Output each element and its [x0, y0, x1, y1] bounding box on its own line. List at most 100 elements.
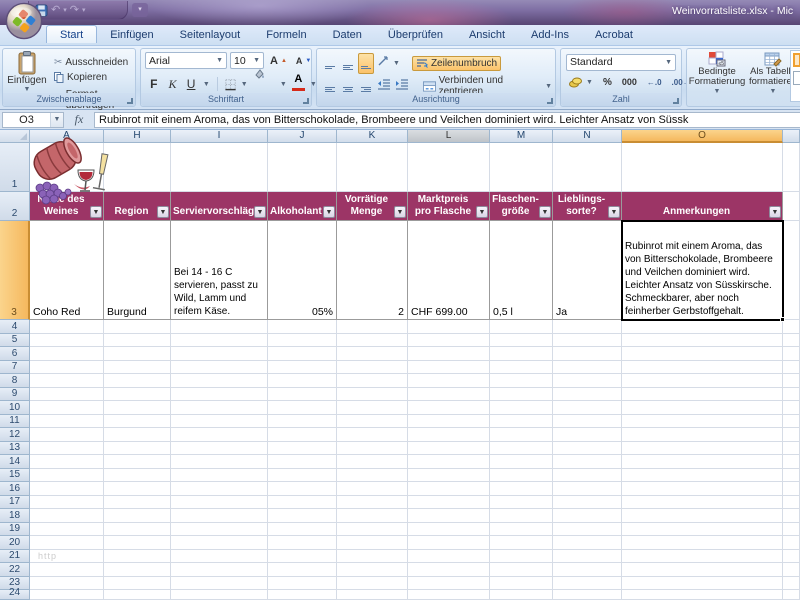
cell-O4[interactable]: [622, 320, 783, 334]
borders-icon[interactable]: [225, 78, 236, 91]
clipboard-dialog-launcher-icon[interactable]: [127, 98, 133, 104]
cell-N2[interactable]: Lieblings-sorte?▼: [553, 192, 622, 221]
cell-K5[interactable]: [337, 334, 408, 348]
cell-I3[interactable]: Bei 14 - 16 C servieren, passt zu Wild, …: [171, 221, 268, 320]
cell-O24[interactable]: [622, 590, 783, 600]
cell-O7[interactable]: [622, 361, 783, 375]
cell-H24[interactable]: [104, 590, 171, 600]
cell-O10[interactable]: [622, 401, 783, 415]
cell-partial-2[interactable]: [783, 192, 800, 221]
cell-I5[interactable]: [171, 334, 268, 348]
cell-K8[interactable]: [337, 374, 408, 388]
cell-A10[interactable]: [30, 401, 104, 415]
cell-K12[interactable]: [337, 428, 408, 442]
cell-K24[interactable]: [337, 590, 408, 600]
cell-H9[interactable]: [104, 388, 171, 402]
cell-I4[interactable]: [171, 320, 268, 334]
cell-partial-14[interactable]: [783, 455, 800, 469]
cell-O12[interactable]: [622, 428, 783, 442]
qat-customize-icon[interactable]: ▾: [132, 3, 148, 17]
cell-N13[interactable]: [553, 442, 622, 456]
cell-K13[interactable]: [337, 442, 408, 456]
cell-O20[interactable]: [622, 536, 783, 550]
cell-O15[interactable]: [622, 469, 783, 483]
cell-K16[interactable]: [337, 482, 408, 496]
cell-L24[interactable]: [408, 590, 490, 600]
cell-L4[interactable]: [408, 320, 490, 334]
cell-J17[interactable]: [268, 496, 337, 510]
select-all-button[interactable]: [0, 130, 30, 143]
cell-N16[interactable]: [553, 482, 622, 496]
insert-function-button[interactable]: fx: [64, 112, 94, 127]
cell-N24[interactable]: [553, 590, 622, 600]
cell-J14[interactable]: [268, 455, 337, 469]
cell-L18[interactable]: [408, 509, 490, 523]
cell-J10[interactable]: [268, 401, 337, 415]
cell-H8[interactable]: [104, 374, 171, 388]
font-color-button[interactable]: A: [292, 75, 305, 93]
row-header-20[interactable]: 20: [0, 536, 30, 550]
column-header-I[interactable]: I: [171, 130, 268, 143]
cell-J1[interactable]: [268, 143, 337, 192]
cell-A12[interactable]: [30, 428, 104, 442]
cell-L14[interactable]: [408, 455, 490, 469]
row-header-19[interactable]: 19: [0, 523, 30, 537]
filter-button-O[interactable]: ▼: [769, 206, 781, 218]
cell-partial-19[interactable]: [783, 523, 800, 537]
cell-K3[interactable]: 2: [337, 221, 408, 320]
cell-I12[interactable]: [171, 428, 268, 442]
number-format-select[interactable]: Standard▼: [566, 54, 676, 71]
cell-M13[interactable]: [490, 442, 553, 456]
cell-A4[interactable]: [30, 320, 104, 334]
cell-partial-5[interactable]: [783, 334, 800, 348]
cell-L17[interactable]: [408, 496, 490, 510]
cell-L11[interactable]: [408, 415, 490, 429]
cell-M24[interactable]: [490, 590, 553, 600]
cell-O19[interactable]: [622, 523, 783, 537]
cell-L13[interactable]: [408, 442, 490, 456]
cell-H5[interactable]: [104, 334, 171, 348]
shrink-font-button[interactable]: A▼: [293, 55, 314, 67]
cell-partial-9[interactable]: [783, 388, 800, 402]
cell-partial-13[interactable]: [783, 442, 800, 456]
cell-M23[interactable]: [490, 577, 553, 591]
cell-L16[interactable]: [408, 482, 490, 496]
row-header-16[interactable]: 16: [0, 482, 30, 496]
cell-N6[interactable]: [553, 347, 622, 361]
cell-H3[interactable]: Burgund: [104, 221, 171, 320]
cell-M8[interactable]: [490, 374, 553, 388]
cell-J20[interactable]: [268, 536, 337, 550]
cell-L19[interactable]: [408, 523, 490, 537]
cell-K21[interactable]: [337, 550, 408, 564]
filter-button-K[interactable]: ▼: [394, 206, 406, 218]
cell-M4[interactable]: [490, 320, 553, 334]
cell-I13[interactable]: [171, 442, 268, 456]
cell-M21[interactable]: [490, 550, 553, 564]
cell-A20[interactable]: [30, 536, 104, 550]
cell-N22[interactable]: [553, 563, 622, 577]
cell-M22[interactable]: [490, 563, 553, 577]
cell-M10[interactable]: [490, 401, 553, 415]
cell-I10[interactable]: [171, 401, 268, 415]
row-header-3[interactable]: 3: [0, 221, 30, 320]
cell-O6[interactable]: [622, 347, 783, 361]
bold-button[interactable]: F: [147, 77, 161, 91]
cell-J7[interactable]: [268, 361, 337, 375]
cell-N20[interactable]: [553, 536, 622, 550]
cell-M5[interactable]: [490, 334, 553, 348]
cell-H2[interactable]: Region▼: [104, 192, 171, 221]
cell-L5[interactable]: [408, 334, 490, 348]
undo-icon[interactable]: ↶: [51, 5, 60, 16]
cell-K20[interactable]: [337, 536, 408, 550]
conditional-formatting-button[interactable]: ≤5 Bedingte Formatierung ▼: [689, 51, 745, 103]
column-header-L[interactable]: L: [408, 130, 490, 143]
column-header-N[interactable]: N: [553, 130, 622, 143]
cell-L9[interactable]: [408, 388, 490, 402]
cell-O11[interactable]: [622, 415, 783, 429]
cell-N18[interactable]: [553, 509, 622, 523]
cell-partial-6[interactable]: [783, 347, 800, 361]
cell-O22[interactable]: [622, 563, 783, 577]
cell-partial-12[interactable]: [783, 428, 800, 442]
number-dialog-launcher-icon[interactable]: [673, 98, 679, 104]
cell-A8[interactable]: [30, 374, 104, 388]
